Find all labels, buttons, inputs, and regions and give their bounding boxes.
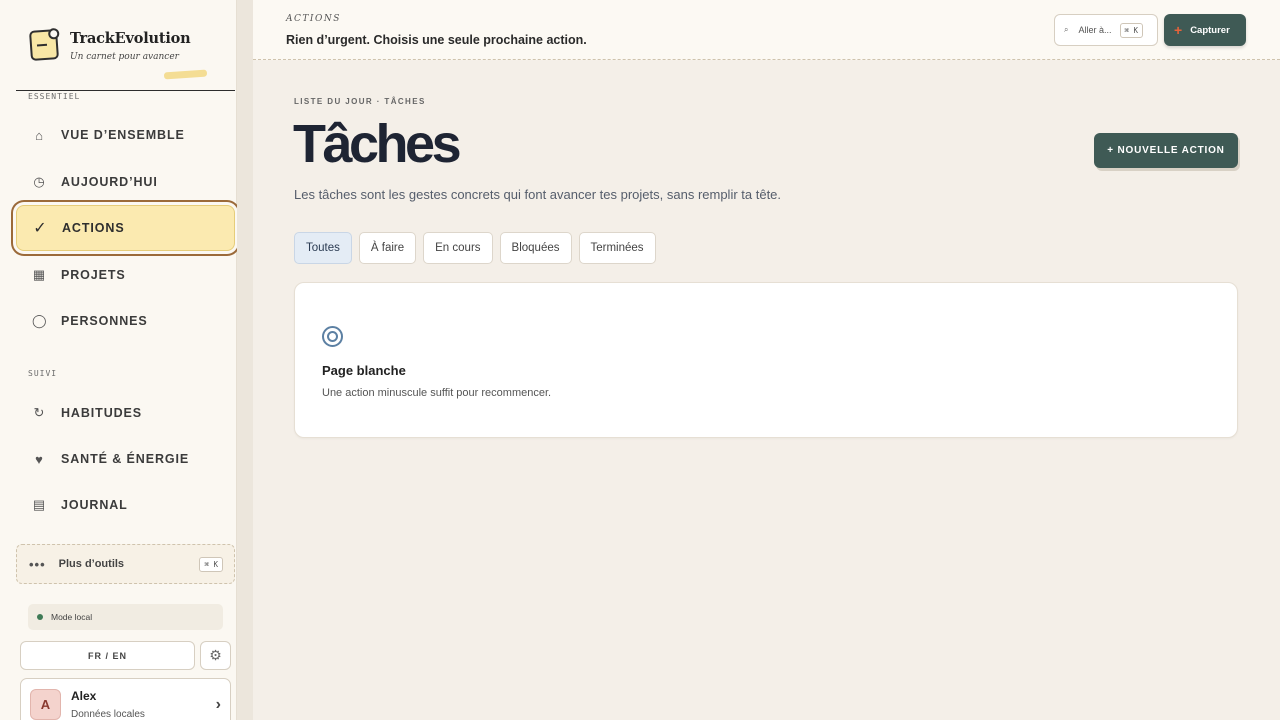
journal-icon: ▤ [32,497,46,512]
notebook-logo-icon [28,29,60,61]
sidebar: TrackEvolution Un carnet pour avancer ES… [0,0,237,720]
chevron-right-icon: › [215,696,221,713]
more-tools-button[interactable]: ••• Plus d’outils ⌘ K [16,544,235,584]
sidebar-item-projects[interactable]: ▦ PROJETS [16,253,236,297]
sidebar-item-today[interactable]: ◷ AUJOURD’HUI [16,160,236,204]
app-tagline: Un carnet pour avancer [70,52,179,62]
target-circle-icon [322,326,343,347]
sidebar-item-overview[interactable]: ⌂ VUE D’ENSEMBLE [16,113,236,157]
status-dot-icon [37,614,43,620]
filter-done[interactable]: Terminées [578,232,656,264]
circle-icon: ◯ [32,313,47,328]
empty-state-description: Une action minuscule suffit pour recomme… [322,387,552,399]
more-tools-label: Plus d’outils [58,558,125,570]
shortcut-badge: ⌘ K [1119,22,1144,38]
sidebar-item-label: AUJOURD’HUI [61,175,158,189]
top-header: ACTIONS Rien d’urgent. Choisis une seule… [253,0,1280,60]
heart-icon: ♥ [35,451,43,467]
brand-divider [16,90,235,91]
clock-icon: ◷ [33,174,45,189]
user-subtitle: Données locales [71,709,145,720]
sidebar-item-people[interactable]: ◯ PERSONNES [16,299,236,343]
plus-icon: + [1174,22,1183,38]
capture-button[interactable]: + Capturer [1164,14,1246,46]
user-card[interactable]: A Alex Données locales › [20,678,231,720]
language-toggle[interactable]: FR / EN [20,641,195,670]
sidebar-item-actions[interactable]: ✓ ACTIONS [16,205,235,251]
brand[interactable]: TrackEvolution Un carnet pour avancer [28,29,191,62]
filter-in-progress[interactable]: En cours [423,232,493,264]
new-action-button[interactable]: + NOUVELLE ACTION [1094,133,1238,168]
sidebar-item-label: SANTÉ & ÉNERGIE [61,452,190,466]
mode-indicator: Mode local [28,604,223,630]
sidebar-item-label: VUE D’ENSEMBLE [61,128,185,142]
sidebar-item-health[interactable]: ♥ SANTÉ & ÉNERGIE [16,437,236,481]
mode-label: Mode local [51,612,93,622]
page-description: Les tâches sont les gestes concrets qui … [294,187,782,202]
section-label-suivi: SUIVI [28,369,58,378]
header-subtitle: Rien d’urgent. Choisis une seule prochai… [286,33,587,47]
avatar: A [30,689,61,720]
app-name: TrackEvolution [70,30,191,47]
home-icon: ⌂ [35,127,43,143]
filter-tabs: Toutes À faire En cours Bloquées Terminé… [294,232,656,264]
page-eyebrow: LISTE DU JOUR · TÂCHES [294,97,426,106]
capture-label: Capturer [1190,24,1230,36]
gear-icon[interactable]: ⚙ [200,641,231,670]
sidebar-item-label: PROJETS [61,268,126,282]
filter-all[interactable]: Toutes [294,232,352,264]
empty-state-card: Page blanche Une action minuscule suffit… [294,282,1238,438]
user-name: Alex [71,689,97,703]
filter-todo[interactable]: À faire [358,232,417,264]
brand-highlight [163,69,208,80]
sidebar-gutter [237,0,253,720]
section-label-essentiel: ESSENTIEL [28,92,81,101]
filter-blocked[interactable]: Bloquées [499,232,572,264]
page-title: Tâches [293,114,462,174]
header-eyebrow: ACTIONS [286,14,341,24]
sidebar-item-label: ACTIONS [62,221,125,235]
goto-search-button[interactable]: ⌕ Aller à... ⌘ K [1054,14,1158,46]
sidebar-item-label: JOURNAL [61,498,128,512]
empty-state-title: Page blanche [322,363,406,378]
refresh-icon: ↻ [33,405,45,420]
goto-label: Aller à... [1078,25,1112,35]
grid-icon: ▦ [32,267,46,282]
sidebar-item-journal[interactable]: ▤ JOURNAL [16,483,236,527]
shortcut-badge: ⌘ K [199,557,223,572]
sidebar-item-habits[interactable]: ↻ HABITUDES [16,391,236,435]
sidebar-item-label: HABITUDES [61,406,143,420]
check-icon: ✓ [33,220,47,237]
search-icon: ⌕ [1064,25,1069,34]
sidebar-item-label: PERSONNES [61,314,148,328]
more-dots-icon: ••• [29,556,46,572]
